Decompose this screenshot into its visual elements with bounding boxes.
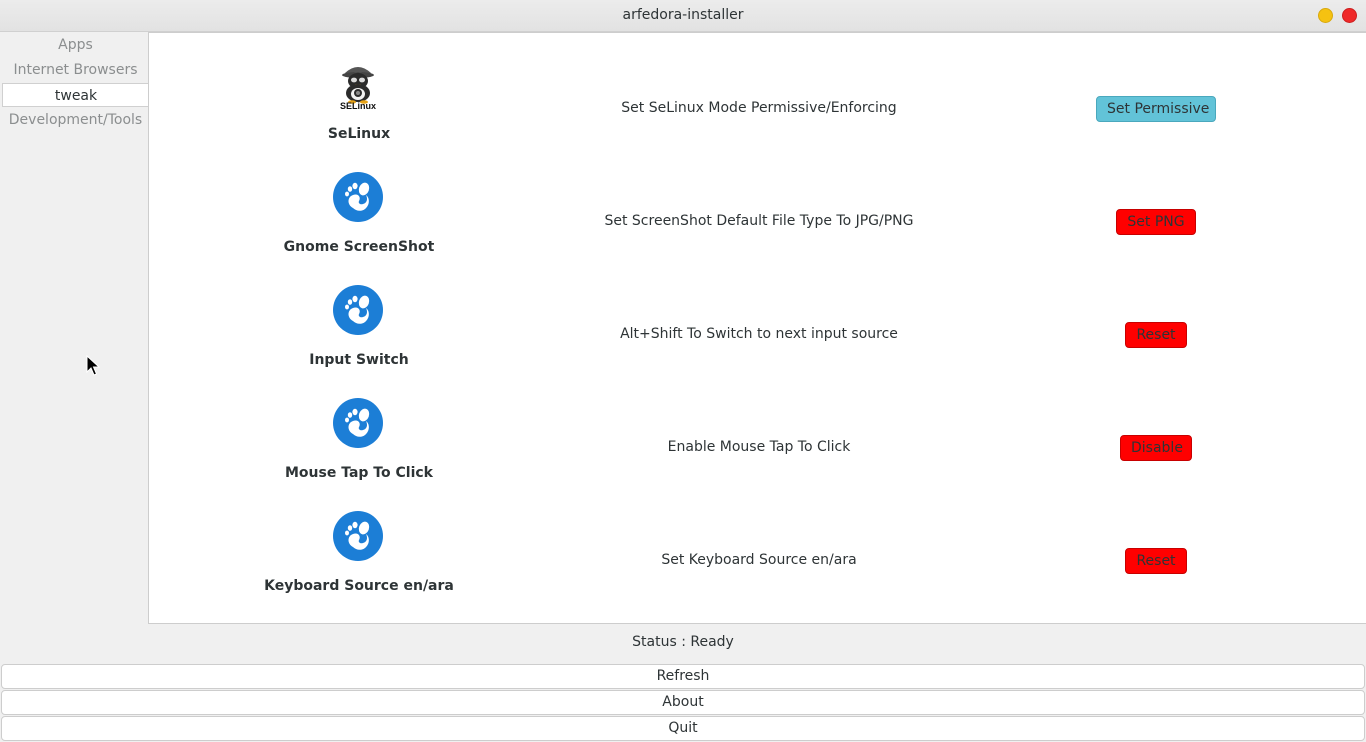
- set-permissive-button[interactable]: Set Permissive: [1096, 96, 1216, 122]
- tweak-description: Enable Mouse Tap To Click: [667, 439, 851, 455]
- tweak-list: SELinux SeLinux Set SeLinux Mode Permiss…: [148, 32, 1366, 624]
- mouse-pointer-icon: [86, 354, 101, 377]
- gnome-foot-icon: [333, 398, 383, 448]
- refresh-button[interactable]: Refresh: [1, 664, 1365, 689]
- gnome-foot-icon: [333, 285, 383, 335]
- disable-tap-button[interactable]: Disable: [1120, 435, 1192, 461]
- tweak-description: Set SeLinux Mode Permissive/Enforcing: [621, 100, 897, 116]
- reset-keyboard-source-button[interactable]: Reset: [1125, 548, 1187, 574]
- gnome-foot-icon: [333, 511, 383, 561]
- gnome-foot-icon: [333, 172, 383, 222]
- tweak-row-selinux: SELinux SeLinux Set SeLinux Mode Permiss…: [149, 33, 1366, 146]
- tweak-description: Set ScreenShot Default File Type To JPG/…: [604, 213, 914, 229]
- quit-button[interactable]: Quit: [1, 716, 1365, 741]
- minimize-button[interactable]: [1318, 8, 1333, 23]
- close-button[interactable]: [1342, 8, 1357, 23]
- tweak-name: Gnome ScreenShot: [283, 239, 435, 255]
- selinux-penguin-icon: SELinux: [333, 59, 383, 111]
- tweak-row-gnome-screenshot: Gnome ScreenShot Set ScreenShot Default …: [149, 146, 1366, 259]
- sidebar-item-tweak[interactable]: tweak: [2, 83, 149, 107]
- tweak-row-keyboard-source: Keyboard Source en/ara Set Keyboard Sour…: [149, 485, 1366, 598]
- title-bar[interactable]: arfedora-installer: [0, 0, 1366, 32]
- tweak-description: Alt+Shift To Switch to next input source: [620, 326, 898, 342]
- about-button[interactable]: About: [1, 690, 1365, 715]
- tweak-description: Set Keyboard Source en/ara: [661, 552, 857, 568]
- tweak-name: Keyboard Source en/ara: [264, 578, 454, 594]
- tweak-name: Mouse Tap To Click: [285, 465, 433, 481]
- tweak-row-input-switch: Input Switch Alt+Shift To Switch to next…: [149, 259, 1366, 372]
- tweak-name: SeLinux: [327, 126, 391, 142]
- category-sidebar: Apps Internet Browsers tweak Development…: [0, 32, 149, 624]
- sidebar-item-apps[interactable]: Apps: [2, 33, 149, 57]
- selinux-logo-text: SELinux: [340, 101, 376, 109]
- tweak-name: Input Switch: [309, 352, 409, 368]
- set-png-button[interactable]: Set PNG: [1116, 209, 1196, 235]
- status-label: Status : Ready: [632, 634, 734, 650]
- tweak-row-mouse-tap: Mouse Tap To Click Enable Mouse Tap To C…: [149, 372, 1366, 485]
- window-title: arfedora-installer: [622, 7, 744, 23]
- sidebar-item-development-tools[interactable]: Development/Tools: [2, 108, 149, 132]
- app-window: arfedora-installer Apps Internet Browser…: [0, 0, 1366, 742]
- reset-input-switch-button[interactable]: Reset: [1125, 322, 1187, 348]
- sidebar-item-internet-browsers[interactable]: Internet Browsers: [2, 58, 149, 82]
